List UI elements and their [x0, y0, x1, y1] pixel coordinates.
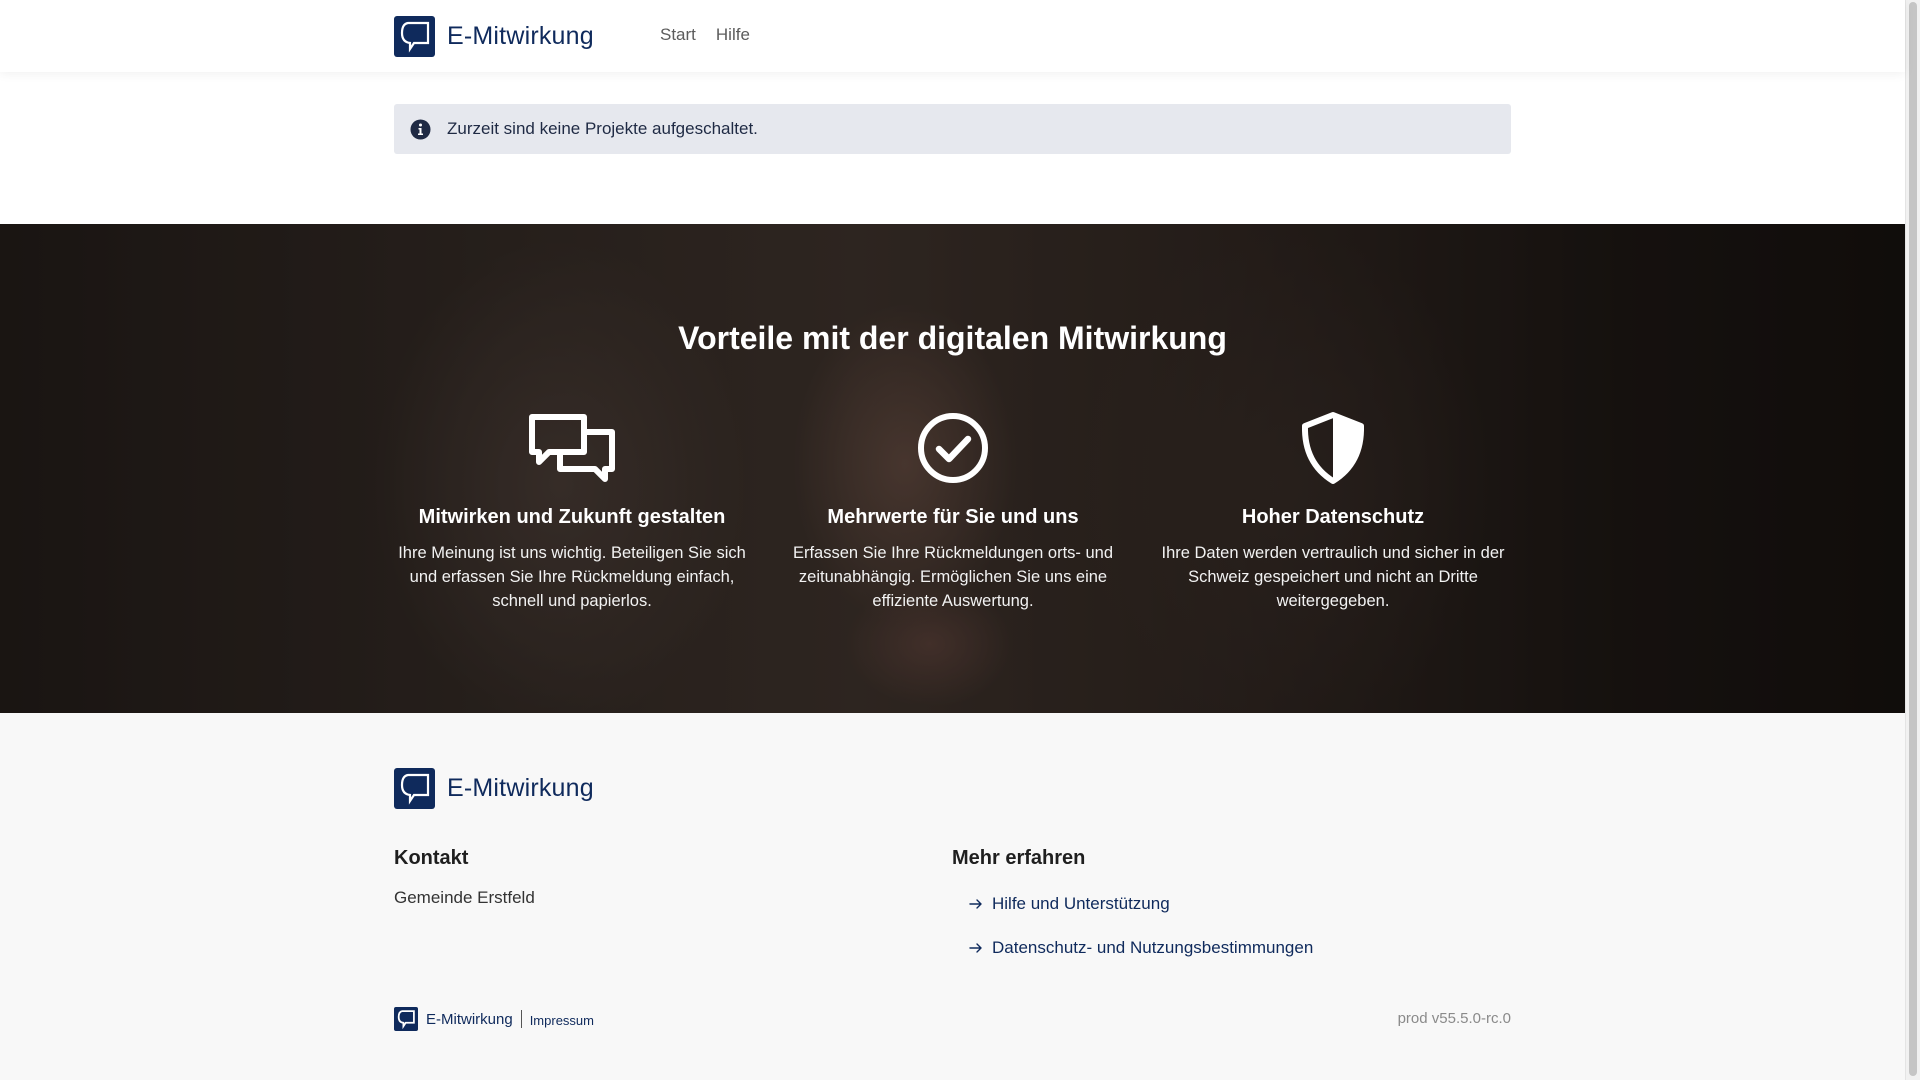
speech-bubble-logo-icon	[394, 1007, 418, 1031]
help-support-link[interactable]: Hilfe und Unterstützung	[968, 894, 1170, 914]
vertical-scrollbar[interactable]	[1905, 0, 1920, 1080]
top-header: E-Mitwirkung Start Hilfe	[0, 0, 1905, 72]
nav-hilfe[interactable]: Hilfe	[716, 25, 750, 45]
feature-privacy: Hoher Datenschutz Ihre Daten werden vert…	[1153, 408, 1513, 613]
more-heading: Mehr erfahren	[952, 847, 1086, 869]
header-logo-link[interactable]: E-Mitwirkung	[394, 16, 594, 57]
feature-value-text: Erfassen Sie Ihre Rückmeldungen orts- un…	[792, 544, 1114, 610]
benefits-section: Vorteile mit der digitalen Mitwirkung Mi…	[0, 224, 1905, 713]
contact-text: Gemeinde Erstfeld	[394, 888, 535, 907]
divider	[520, 1010, 522, 1028]
feature-participate: Mitwirken und Zukunft gestalten Ihre Mei…	[392, 408, 752, 613]
version-label: prod v55.5.0-rc.0	[1397, 1010, 1511, 1027]
privacy-terms-link[interactable]: Datenschutz- und Nutzungsbestimmungen	[968, 938, 1313, 958]
arrow-right-icon	[969, 899, 982, 909]
site-footer: E-Mitwirkung Kontakt Gemeinde Erstfeld M…	[0, 713, 1905, 1080]
nav-start[interactable]: Start	[660, 25, 696, 45]
info-alert: Zurzeit sind keine Projekte aufgeschalte…	[394, 104, 1511, 154]
chat-bubbles-icon	[529, 414, 615, 482]
feature-value-title: Mehrwerte für Sie und uns	[827, 506, 1079, 528]
footer-logo-link[interactable]: E-Mitwirkung	[394, 768, 594, 809]
check-circle-icon	[918, 413, 988, 483]
speech-bubble-logo-icon	[394, 768, 435, 809]
speech-bubble-logo-icon	[394, 16, 435, 57]
brand-name: E-Mitwirkung	[447, 22, 594, 50]
bottom-brand-name[interactable]: E-Mitwirkung	[426, 1011, 513, 1028]
feature-participate-title: Mitwirken und Zukunft gestalten	[418, 506, 726, 528]
scrollbar-thumb[interactable]	[1909, 2, 1917, 1076]
main-nav: Start Hilfe	[660, 25, 750, 45]
page: E-Mitwirkung Start Hilfe Zurzeit sind ke…	[0, 0, 1905, 1080]
benefits-title: Vorteile mit der digitalen Mitwirkung	[678, 320, 1227, 356]
alert-message: Zurzeit sind keine Projekte aufgeschalte…	[447, 119, 758, 138]
info-circle-icon	[410, 119, 431, 139]
feature-value: Mehrwerte für Sie und uns Erfassen Sie I…	[773, 408, 1133, 613]
impressum-link[interactable]: Impressum	[530, 1013, 594, 1028]
feature-privacy-title: Hoher Datenschutz	[1241, 506, 1425, 528]
feature-participate-text: Ihre Meinung ist uns wichtig. Beteiligen…	[398, 544, 746, 610]
shield-icon	[1301, 412, 1365, 484]
contact-heading: Kontakt	[394, 847, 469, 869]
footer-brand-name: E-Mitwirkung	[447, 774, 594, 802]
arrow-right-icon	[969, 943, 982, 953]
feature-privacy-text: Ihre Daten werden vertraulich und sicher…	[1161, 544, 1505, 610]
footer-bottom-bar: E-Mitwirkung Impressum	[394, 1007, 594, 1031]
